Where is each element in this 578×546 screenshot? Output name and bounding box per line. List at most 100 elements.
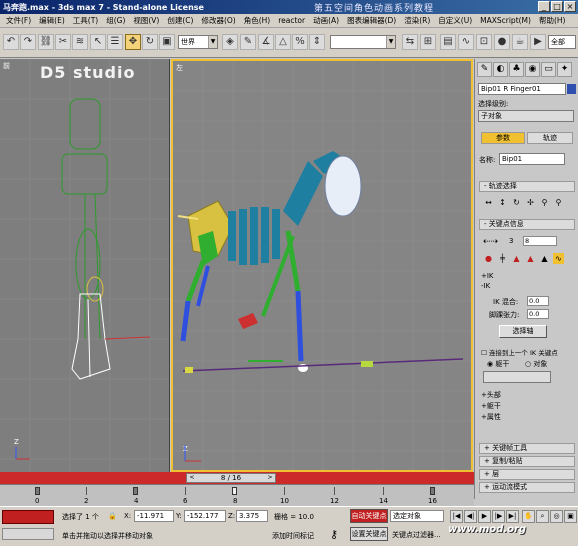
left-viewport[interactable]: Z 左 [171, 59, 473, 472]
display-tab-icon[interactable]: ▭ [541, 62, 556, 77]
time-slider-thumb[interactable]: < 8 / 16 > [186, 473, 276, 483]
unlink-icon[interactable]: ✂ [55, 34, 71, 50]
body-radio[interactable]: ◉ 躯干 [487, 359, 509, 369]
motion-flow-rollout[interactable]: + 运动流模式 [479, 482, 575, 493]
menu-maxscript[interactable]: MAXScript(M) [476, 16, 535, 25]
close-button[interactable]: × [564, 1, 576, 12]
key-filters-button[interactable]: 关键点过滤器... [392, 530, 441, 540]
auto-key-button[interactable]: 自动关键点 [350, 509, 388, 523]
props-label[interactable]: +属性 [481, 412, 501, 422]
tcb-icon[interactable]: ╪ [497, 253, 508, 264]
bind-space-warp-icon[interactable]: ≋ [72, 34, 88, 50]
curve-editor-icon[interactable]: ∿ [458, 34, 474, 50]
sub-object-dropdown[interactable]: 子对象 [478, 110, 574, 122]
menu-animation[interactable]: 动画(A) [309, 15, 343, 26]
percent-snap-icon[interactable]: % [292, 34, 308, 50]
object-color-swatch[interactable] [567, 84, 576, 94]
menu-help[interactable]: 帮助(H) [535, 15, 570, 26]
ease-to-icon[interactable]: ▲ [511, 253, 522, 264]
menu-rendering[interactable]: 渲染(R) [400, 15, 434, 26]
quick-render-icon[interactable]: ▶ [530, 34, 546, 50]
track-select-rollout[interactable]: - 轨迹选择 [479, 181, 575, 192]
minimize-button[interactable]: _ [538, 1, 550, 12]
select-by-name-icon[interactable]: ☰ [107, 34, 123, 50]
x-coordinate-field[interactable]: -11.971 [134, 510, 174, 522]
key-time-spinner[interactable]: 8 [523, 236, 557, 246]
curve-icon[interactable]: ∿ [553, 253, 564, 264]
pan-icon[interactable]: ✋ [522, 510, 535, 523]
menu-group[interactable]: 组(G) [102, 15, 129, 26]
add-time-tag[interactable]: 添加时间标记 [272, 531, 314, 541]
ik-minus-label[interactable]: -IK [481, 282, 490, 290]
schematic-view-icon[interactable]: ⊡ [476, 34, 492, 50]
go-to-start-icon[interactable]: |◀ [450, 510, 463, 523]
maxscript-listener[interactable] [2, 510, 54, 524]
ease-from-icon[interactable]: ▲ [525, 253, 536, 264]
utilities-tab-icon[interactable]: ✦ [557, 62, 572, 77]
redo-icon[interactable]: ↷ [20, 34, 36, 50]
next-frame-icon[interactable]: > [265, 474, 275, 482]
render-type-dropdown[interactable]: 全部 [548, 35, 576, 49]
trunk-label[interactable]: +躯干 [481, 401, 501, 411]
time-slider[interactable]: < 8 / 16 > [0, 472, 474, 484]
menu-edit[interactable]: 编辑(E) [35, 15, 69, 26]
menu-create[interactable]: 创建(C) [163, 15, 197, 26]
next-key-icon[interactable]: |▶ [492, 510, 505, 523]
y-coordinate-field[interactable]: -152.177 [184, 510, 226, 522]
maximize-viewport-icon[interactable]: ▣ [564, 510, 577, 523]
menu-character[interactable]: 角色(H) [240, 15, 275, 26]
params-tab[interactable]: 参数 [481, 132, 525, 144]
snap-toggle-icon[interactable]: ∡ [258, 34, 274, 50]
key-type-icon[interactable]: ● [483, 253, 494, 264]
set-key-button[interactable]: 设置关键点 [350, 527, 388, 541]
menu-tools[interactable]: 工具(T) [69, 15, 102, 26]
menu-views[interactable]: 视图(V) [129, 15, 163, 26]
prev-key-icon[interactable]: ◀| [464, 510, 477, 523]
set-key-icon[interactable]: ⚷ [330, 528, 338, 541]
angle-snap-icon[interactable]: △ [275, 34, 291, 50]
key-info-rollout[interactable]: - 关键点信息 [479, 219, 575, 230]
motion-tab-icon[interactable]: ◉ [525, 62, 540, 77]
pivot-center-icon[interactable]: ◈ [222, 34, 238, 50]
front-viewport[interactable]: Z 前 D5 studio [0, 59, 170, 472]
select-object-icon[interactable]: ↖ [90, 34, 106, 50]
align-icon[interactable]: ⊞ [420, 34, 436, 50]
zoom-icon[interactable]: ⌕ [536, 510, 549, 523]
spinner-snap-icon[interactable]: ⇕ [309, 34, 325, 50]
head-label[interactable]: +头部 [481, 390, 501, 400]
track-tab[interactable]: 轨迹 [527, 132, 573, 144]
lock-selection-icon[interactable]: 🔒 [108, 512, 117, 520]
hierarchy-tab-icon[interactable]: ♣ [509, 62, 524, 77]
z-coordinate-field[interactable]: 3.375 [236, 510, 268, 522]
undo-icon[interactable]: ↶ [3, 34, 19, 50]
ik-blend-spinner[interactable]: 0.0 [527, 296, 549, 306]
body-horizontal-icon[interactable]: ↔ [483, 197, 494, 208]
keyframe-marker[interactable] [133, 487, 138, 495]
keyframe-marker[interactable] [232, 487, 237, 495]
copy-paste-rollout[interactable]: + 复制/粘贴 [479, 456, 575, 467]
render-scene-icon[interactable]: ☕ [512, 34, 528, 50]
opposite-select-icon[interactable]: ⚲ [553, 197, 564, 208]
named-selection-dropdown[interactable]: ▼ [330, 35, 396, 49]
mirror-icon[interactable]: ⇆ [402, 34, 418, 50]
orbit-icon[interactable]: ◎ [550, 510, 563, 523]
key-tools-rollout[interactable]: + 关键帧工具 [479, 443, 575, 454]
play-icon[interactable]: ▶ [478, 510, 491, 523]
menu-modifiers[interactable]: 修改器(O) [197, 15, 239, 26]
select-link-icon[interactable]: ⛓ [38, 34, 54, 50]
create-tab-icon[interactable]: ✎ [477, 62, 492, 77]
object-name-field[interactable]: Bip01 R Finger01 [478, 83, 566, 95]
left-viewport-label[interactable]: 左 [176, 63, 183, 73]
menu-customize[interactable]: 自定义(U) [434, 15, 476, 26]
track-bar[interactable]: 0 2 4 6 8 10 12 14 16 [0, 484, 474, 506]
ik-plus-label[interactable]: +IK [481, 272, 494, 280]
select-pivot-button[interactable]: 选择轴 [499, 325, 547, 338]
menu-reactor[interactable]: reactor [274, 16, 309, 25]
maxscript-mini-field[interactable] [2, 528, 54, 540]
ankle-tension-spinner[interactable]: 0.0 [527, 309, 549, 319]
tension-icon[interactable]: ▲ [539, 253, 550, 264]
key-nav-icon[interactable]: ⇠⇢ [483, 237, 498, 247]
modify-tab-icon[interactable]: ◐ [493, 62, 508, 77]
lock-cog-icon[interactable]: ✢ [525, 197, 536, 208]
menu-file[interactable]: 文件(F) [2, 15, 35, 26]
